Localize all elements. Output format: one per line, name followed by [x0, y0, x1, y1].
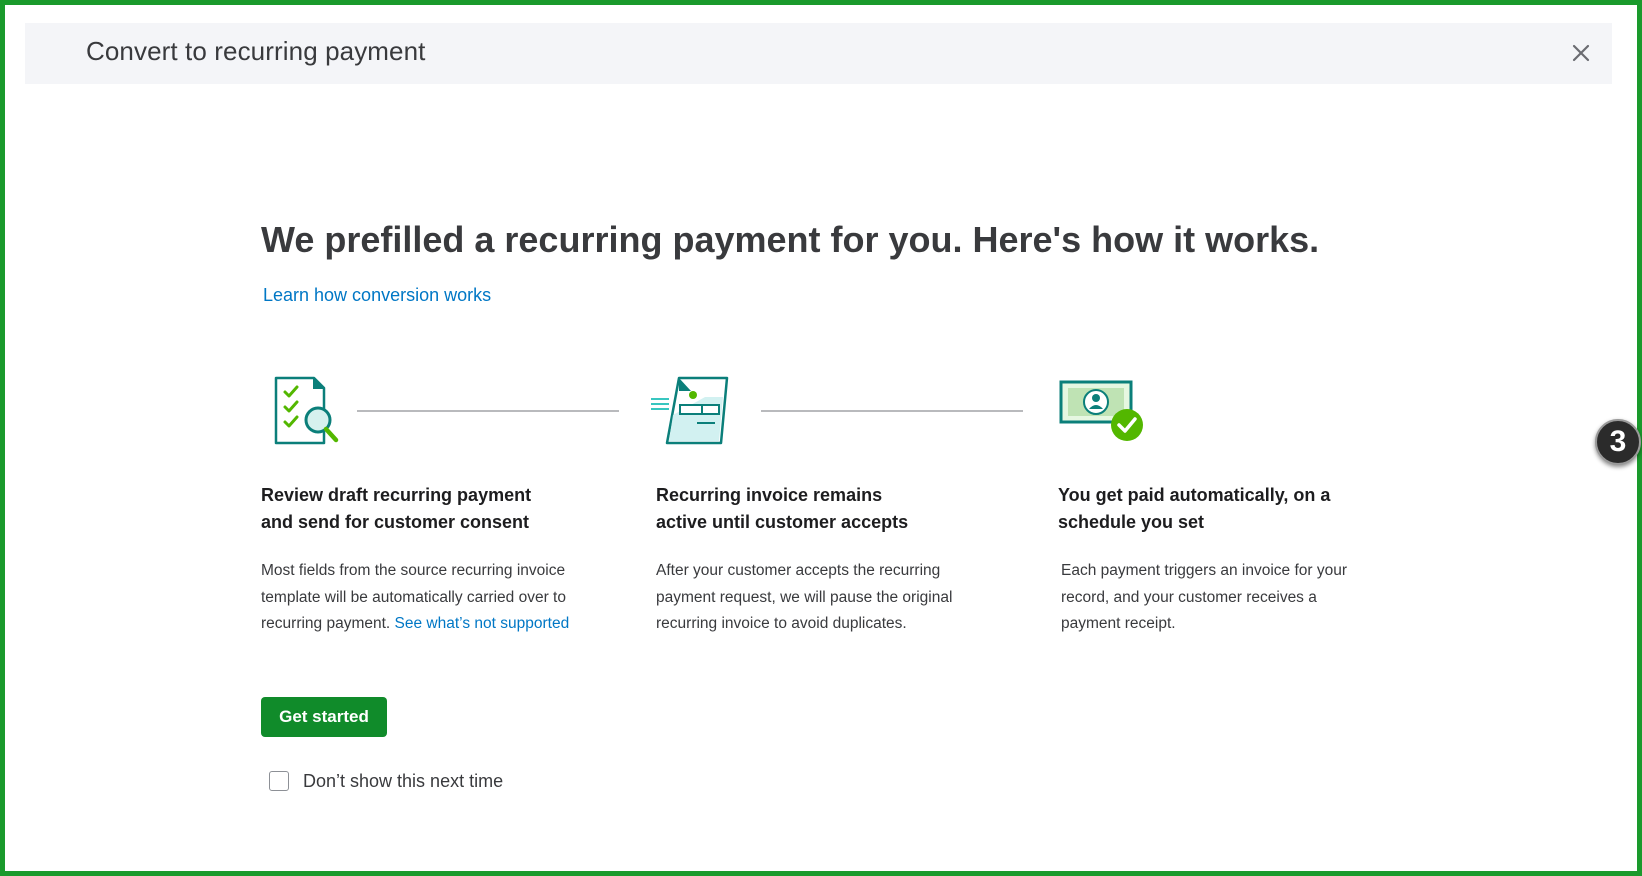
get-started-button[interactable]: Get started [261, 697, 387, 737]
page-headline: We prefilled a recurring payment for you… [261, 219, 1320, 260]
dialog-frame: Convert to recurring payment We prefille… [0, 0, 1642, 876]
step-3-description: Each payment triggers an invoice for you… [1061, 562, 1348, 632]
step-2-title: Recurring invoice remains active until c… [656, 485, 909, 532]
close-button[interactable] [1567, 39, 1595, 67]
dialog-title: Convert to recurring payment [86, 36, 426, 66]
dont-show-row: Don’t show this next time [269, 769, 503, 793]
step-number-badge: 3 [1595, 419, 1641, 465]
step-connector [357, 410, 619, 412]
step-3-title: You get paid automatically, on a schedul… [1058, 485, 1331, 532]
checklist-magnifier-icon [274, 376, 339, 445]
see-not-supported-link[interactable]: See what’s not supported [395, 615, 570, 632]
step-1-description: Most fields from the source recurring in… [261, 562, 570, 632]
learn-conversion-link[interactable]: Learn how conversion works [263, 285, 491, 306]
step-connector [761, 410, 1023, 412]
dialog-header: Convert to recurring payment [25, 23, 1612, 84]
money-check-icon [1059, 380, 1143, 441]
invoice-document-icon [651, 376, 729, 445]
step-1-title: Review draft recurring payment and send … [261, 485, 532, 532]
dont-show-label: Don’t show this next time [303, 770, 504, 791]
close-icon [1572, 44, 1590, 62]
step-2-description: After your customer accepts the recurrin… [656, 562, 953, 632]
dont-show-checkbox[interactable] [269, 771, 289, 791]
